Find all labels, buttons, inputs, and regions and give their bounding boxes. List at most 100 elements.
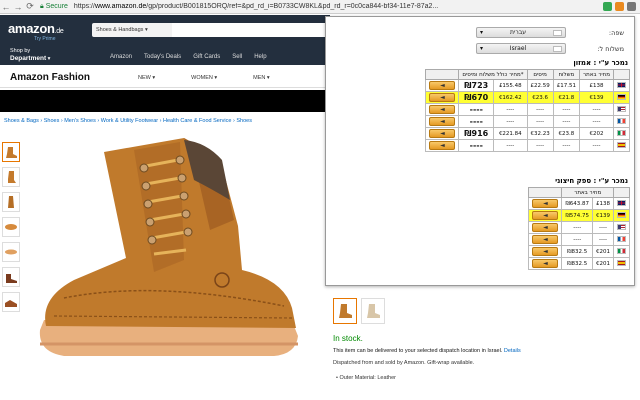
reload-icon[interactable]: ⟳ <box>24 1 36 13</box>
go-to-store-button[interactable]: ◄ <box>429 141 456 150</box>
go-to-store-button[interactable]: ◄ <box>429 81 456 90</box>
header-flag <box>613 187 630 198</box>
es-flag-icon <box>617 141 626 148</box>
fashion-nav-new[interactable]: NEW ▾ <box>138 75 155 81</box>
action-cell: ◄ <box>528 233 563 246</box>
go-to-store-button[interactable]: ◄ <box>429 93 456 102</box>
country-flag-cell <box>613 221 630 234</box>
shipping-price: ---- <box>552 115 581 128</box>
thumbnail[interactable] <box>2 142 20 162</box>
site-price: ---- <box>579 103 614 116</box>
go-to-store-button[interactable]: ◄ <box>532 199 559 208</box>
total-ils: ---- <box>458 139 495 152</box>
country-flag-cell <box>613 233 630 246</box>
color-swatch[interactable] <box>333 298 357 324</box>
search-input[interactable] <box>172 23 330 37</box>
total-original-currency: ---- <box>493 139 528 152</box>
color-swatch[interactable] <box>361 298 385 324</box>
search-category-select[interactable]: Shoes & Handbags ▾ <box>92 23 172 37</box>
product-image[interactable] <box>34 130 304 365</box>
go-to-store-button[interactable]: ◄ <box>532 259 559 268</box>
menu-icon[interactable] <box>627 2 636 11</box>
try-prime-link[interactable]: Try Prime <box>34 36 55 42</box>
secure-indicator[interactable]: 🔒︎ Secure <box>40 3 68 11</box>
tax-price: €32.23 <box>526 127 554 140</box>
table-row: €201 ₪832.5 ◄ <box>528 257 630 270</box>
action-cell: ◄ <box>425 91 460 104</box>
extension-icon[interactable] <box>615 2 624 11</box>
nav-sell[interactable]: Sell <box>232 54 242 60</box>
fashion-nav-label: WOMEN <box>191 75 213 81</box>
shop-by-department[interactable]: Shop by Department ▾ <box>10 48 50 63</box>
table-row: €202 €23.8 €32.23 €221.84 ₪916 ◄ <box>425 127 630 140</box>
go-to-store-button[interactable]: ◄ <box>429 117 456 126</box>
it-flag-icon <box>617 247 626 254</box>
fashion-nav: NEW ▾ WOMEN ▾ MEN ▾ <box>138 75 270 81</box>
go-to-store-button[interactable]: ◄ <box>532 211 559 220</box>
promo-banner <box>0 90 330 112</box>
country-flag-cell <box>613 79 630 92</box>
thumbnail[interactable] <box>2 292 20 312</box>
country-flag-cell <box>613 257 630 270</box>
fashion-nav-women[interactable]: WOMEN ▾ <box>191 75 217 81</box>
secure-label: Secure <box>45 3 68 10</box>
go-to-store-button[interactable]: ◄ <box>532 235 559 244</box>
thumbnail[interactable] <box>2 242 20 262</box>
total-value: ---- <box>469 117 483 126</box>
shipping-price: €23.8 <box>552 127 581 140</box>
nav-todays-deals[interactable]: Today's Deals <box>144 54 181 60</box>
table-row: €201 ₪832.5 ◄ <box>528 245 630 258</box>
tax-price: €23.6 <box>526 91 554 104</box>
site-price: £138 <box>592 197 614 210</box>
site-price: €202 <box>579 127 614 140</box>
nav-gift-cards[interactable]: Gift Cards <box>193 54 220 60</box>
total-ils: ₪916 <box>458 127 495 140</box>
go-to-store-button[interactable]: ◄ <box>532 247 559 256</box>
fashion-title[interactable]: Amazon Fashion <box>10 72 90 83</box>
thumbnail[interactable] <box>2 167 20 187</box>
browser-toolbar: ← → ⟳ 🔒︎ Secure https://www.amazon.de/gp/… <box>0 0 640 14</box>
chevron-down-icon: ▾ <box>480 29 484 36</box>
breadcrumb[interactable]: Shoes & Bags › Shoes › Men's Shoes › Wor… <box>4 118 252 124</box>
thumbnail[interactable] <box>2 217 20 237</box>
language-select[interactable]: ▾ עברית <box>476 27 566 38</box>
delivery-details-link[interactable]: Details <box>504 348 521 354</box>
material-bullet: • Outer Material: Leather <box>336 375 397 381</box>
url-prefix: https:// <box>73 3 95 10</box>
it-flag-icon <box>617 129 626 136</box>
converted-price: ---- <box>561 221 593 234</box>
amazon-logo[interactable]: amazon.de <box>8 21 64 36</box>
ship-to-label: משלוח ל: <box>597 45 624 53</box>
go-to-store-button[interactable]: ◄ <box>429 129 456 138</box>
ship-to-value: Israel <box>509 45 527 52</box>
total-ils: ₪723 <box>458 79 495 92</box>
country-flag-cell <box>613 139 630 152</box>
israel-flag-icon <box>552 29 562 36</box>
ship-to-select[interactable]: ▾ Israel <box>476 43 566 54</box>
address-bar[interactable]: https://www.amazon.de/gp/product/B001815… <box>74 3 574 10</box>
table-row: £138 £17.51 £22.59 £155.48 ₪723 ◄ <box>425 79 630 92</box>
extension-icon[interactable] <box>603 2 612 11</box>
table-row: ---- ---- ◄ <box>528 233 630 246</box>
stock-status: In stock. <box>333 334 363 343</box>
table-row: €139 ₪574.75 ◄ <box>528 209 630 222</box>
table-row: ---- ---- ---- ---- ---- ◄ <box>425 103 630 116</box>
fashion-nav-men[interactable]: MEN ▾ <box>253 75 270 81</box>
site-price: €139 <box>579 91 614 104</box>
back-icon[interactable]: ← <box>0 1 12 13</box>
thumbnail[interactable] <box>2 267 20 287</box>
go-to-store-button[interactable]: ◄ <box>532 223 559 232</box>
nav-help[interactable]: Help <box>254 54 266 60</box>
shop-by-label: Shop by <box>10 48 31 54</box>
delivery-info: This item can be delivered to your selec… <box>333 348 521 354</box>
table-row: €139 €21.8 €23.6 €162.42 ₪670 ◄ <box>425 91 630 104</box>
total-original-currency: €221.84 <box>493 127 528 140</box>
go-to-store-button[interactable]: ◄ <box>429 105 456 114</box>
de-flag-icon <box>617 93 626 100</box>
forward-icon[interactable]: → <box>12 1 24 13</box>
nav-amazon[interactable]: Amazon <box>110 54 132 60</box>
action-cell: ◄ <box>528 209 563 222</box>
thumbnail[interactable] <box>2 192 20 212</box>
action-cell: ◄ <box>528 245 563 258</box>
section-amazon-title: נמכר ע"י : אמזון <box>573 59 628 67</box>
